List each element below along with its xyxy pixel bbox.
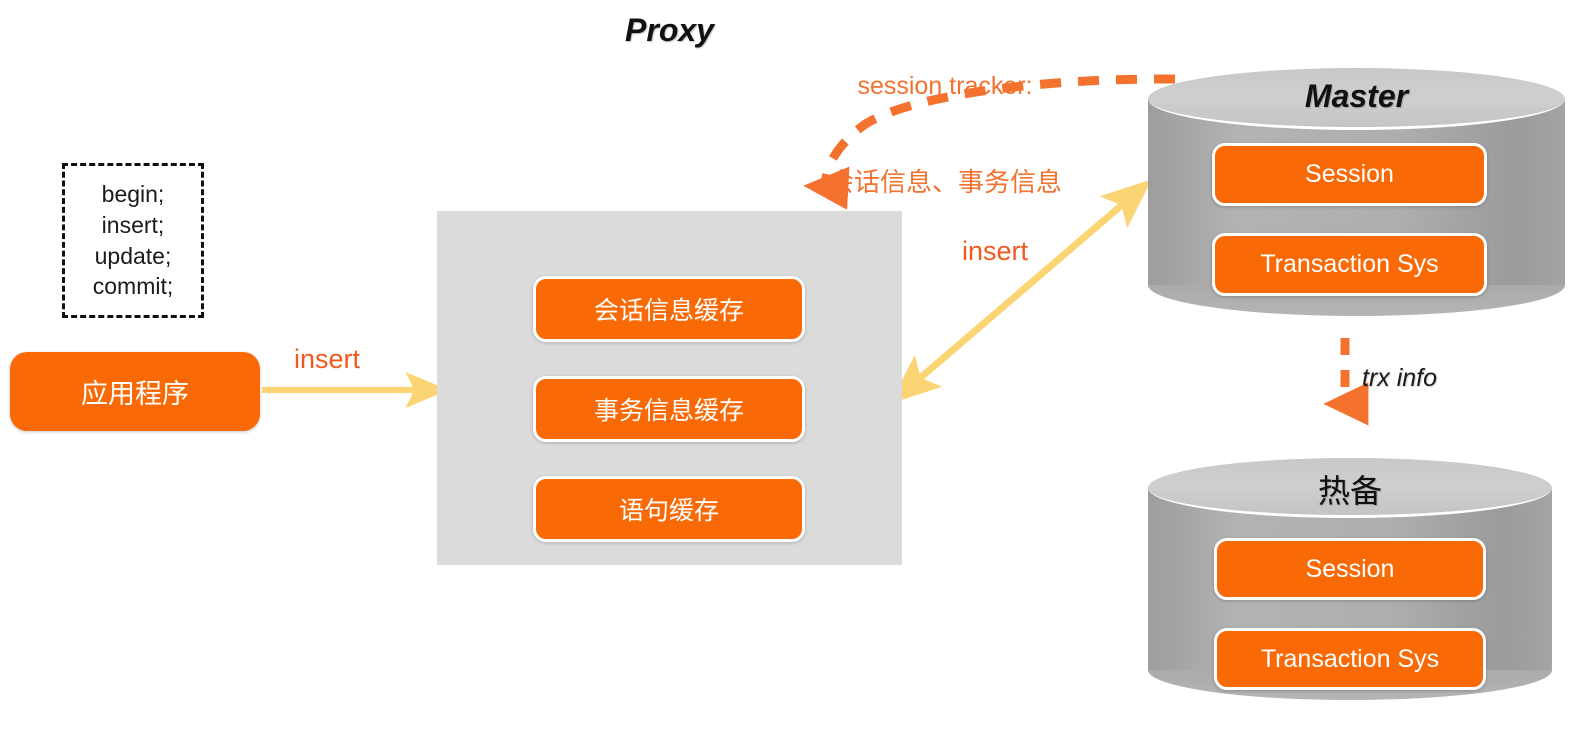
application-label: 应用程序 [81,379,189,409]
standby-database-cylinder[interactable]: 热备 Session Transaction Sys [1148,458,1552,700]
application-node[interactable]: 应用程序 [10,352,260,431]
proxy-cache-label: 会话信息缓存 [593,297,744,325]
proxy-cache-transaction[interactable]: 事务信息缓存 [533,376,805,442]
proxy-cache-statement[interactable]: 语句缓存 [533,476,805,542]
master-component-label: Transaction Sys [1260,250,1439,278]
session-tracker-line1: session tracker: [857,72,1033,100]
sql-line: commit; [92,273,174,300]
diagram-canvas: begin; insert; update; commit; 应用程序 Prox… [0,0,1585,737]
master-database-cylinder[interactable]: Master Session Transaction Sys [1148,68,1565,316]
sql-statements-box: begin; insert; update; commit; [62,163,204,318]
proxy-cache-label: 事务信息缓存 [593,397,744,425]
standby-session-box[interactable]: Session [1214,538,1486,600]
sql-line: insert; [101,211,165,238]
standby-transaction-sys-box[interactable]: Transaction Sys [1214,628,1486,690]
insert-label-app-proxy: insert [294,344,361,374]
standby-component-label: Transaction Sys [1260,644,1440,673]
sql-line: begin; [101,181,165,208]
proxy-cache-label: 语句缓存 [618,497,719,525]
master-title: Master [1304,78,1409,114]
sql-line: update; [94,242,172,269]
session-tracker-line2: 会话信息、事务信息 [827,167,1062,197]
trx-info-label: trx info [1362,364,1438,392]
standby-title: 热备 [1317,473,1382,509]
standby-component-label: Session [1305,554,1395,583]
master-transaction-sys-box[interactable]: Transaction Sys [1212,233,1487,296]
master-session-box[interactable]: Session [1212,143,1487,206]
insert-label-proxy-master: insert [962,236,1029,266]
master-component-label: Session [1305,160,1394,188]
proxy-cache-session[interactable]: 会话信息缓存 [533,276,805,342]
session-tracker-label: session tracker: 会话信息、事务信息 [815,6,1075,263]
